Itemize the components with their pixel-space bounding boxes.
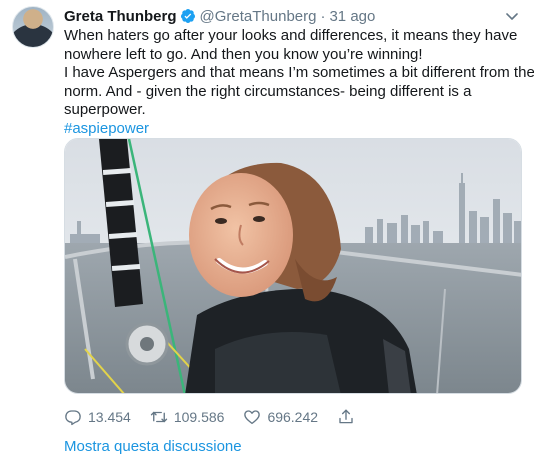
retweet-count: 109.586 bbox=[173, 409, 225, 425]
photo-greta-on-sailboat bbox=[65, 139, 521, 393]
tweet-card[interactable]: Greta Thunberg @GretaThunberg · 31 ago W… bbox=[0, 0, 534, 458]
author-handle[interactable]: @GretaThunberg bbox=[200, 8, 317, 25]
tweet-text-line: When haters go after your looks and diff… bbox=[64, 27, 518, 44]
separator-dot: · bbox=[320, 7, 326, 25]
tweet-text-line: superpower. bbox=[64, 101, 146, 119]
tweet-text: When haters go after your looks and diff… bbox=[64, 27, 534, 139]
tweet-text-line: nowhere left to go. And then you know yo… bbox=[64, 45, 423, 63]
share-button[interactable] bbox=[337, 408, 355, 426]
retweet-button[interactable]: 109.586 bbox=[150, 408, 225, 426]
reply-count: 13.454 bbox=[88, 409, 131, 425]
heart-icon bbox=[244, 410, 261, 425]
show-thread-link[interactable]: Mostra questa discussione bbox=[64, 438, 242, 455]
tweet-actions: 13.454 109.586 696.242 bbox=[64, 406, 374, 428]
tweet-text-line: norm. And - given the right circumstance… bbox=[64, 82, 472, 100]
author-name[interactable]: Greta Thunberg bbox=[64, 8, 177, 25]
like-count: 696.242 bbox=[267, 409, 319, 425]
chevron-down-icon[interactable] bbox=[504, 8, 520, 24]
share-icon bbox=[339, 409, 353, 424]
hashtag-link[interactable]: #aspiepower bbox=[64, 120, 524, 139]
tweet-photo[interactable] bbox=[64, 138, 522, 394]
tweet-text-line: I have Aspergers and that means I’m some… bbox=[64, 64, 534, 82]
retweet-icon bbox=[150, 411, 168, 423]
tweet-header: Greta Thunberg @GretaThunberg · 31 ago bbox=[64, 6, 520, 26]
reply-button[interactable]: 13.454 bbox=[64, 408, 131, 426]
like-button[interactable]: 696.242 bbox=[243, 408, 318, 426]
verified-badge-icon bbox=[180, 8, 196, 24]
timestamp[interactable]: 31 ago bbox=[329, 8, 375, 25]
avatar[interactable] bbox=[12, 6, 54, 48]
reply-icon bbox=[65, 410, 81, 426]
